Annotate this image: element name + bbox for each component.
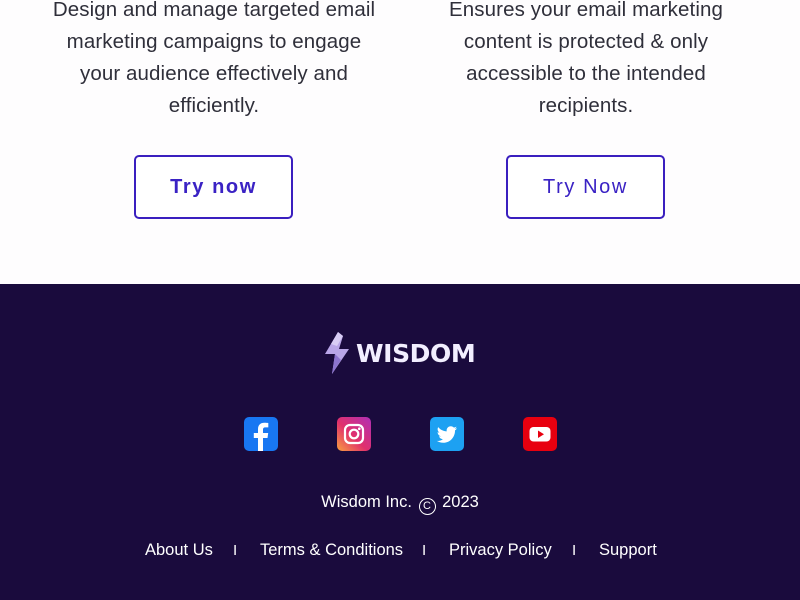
copyright-icon: C <box>418 498 436 515</box>
facebook-icon <box>253 422 269 451</box>
instagram-link[interactable] <box>337 417 371 451</box>
twitter-icon <box>436 426 457 443</box>
link-separator: I <box>422 542 427 559</box>
twitter-link[interactable] <box>430 417 464 451</box>
copyright-text: Wisdom Inc. C 2023 <box>0 493 800 515</box>
company-name: Wisdom Inc. <box>321 493 412 511</box>
brand-logo[interactable]: WISDOM <box>323 332 476 374</box>
features-section: Design and manage targeted email marketi… <box>0 0 800 284</box>
description-line: your audience effectively and <box>79 62 349 85</box>
youtube-icon <box>529 427 551 442</box>
facebook-link[interactable] <box>244 417 278 451</box>
link-separator: I <box>233 542 238 559</box>
youtube-link[interactable] <box>523 417 557 451</box>
try-now-button-campaigns[interactable]: Try now <box>134 155 293 219</box>
footer-links: About Us I Terms & Conditions I Privacy … <box>0 541 800 563</box>
description-line: Ensures your email marketing <box>449 0 723 21</box>
brand-name: WISDOM <box>356 338 476 368</box>
description-line: Design and manage targeted email <box>52 0 376 21</box>
description-line: accessible to the intended <box>466 62 706 85</box>
feature-description: Design and manage targeted email marketi… <box>34 0 394 122</box>
footer: WISDOM Wisdom Inc. C 2023 About Us I Ter… <box>0 284 800 600</box>
footer-link-support[interactable]: Support <box>599 541 657 560</box>
instagram-icon <box>343 423 365 445</box>
link-separator: I <box>572 542 577 559</box>
feature-campaigns: Design and manage targeted email marketi… <box>34 0 394 122</box>
description-line: efficiently. <box>168 94 260 117</box>
footer-link-terms[interactable]: Terms & Conditions <box>260 541 403 560</box>
copyright-year: 2023 <box>442 493 479 511</box>
footer-link-privacy[interactable]: Privacy Policy <box>449 541 552 560</box>
footer-link-about-us[interactable]: About Us <box>145 541 213 560</box>
feature-security: Ensures your email marketing content is … <box>406 0 766 122</box>
feature-description: Ensures your email marketing content is … <box>406 0 766 122</box>
description-line: content is protected & only <box>463 30 709 53</box>
description-line: marketing campaigns to engage <box>66 30 362 53</box>
lightning-logo-icon <box>325 332 349 374</box>
description-line: recipients. <box>538 94 634 117</box>
try-now-button-security[interactable]: Try Now <box>506 155 665 219</box>
